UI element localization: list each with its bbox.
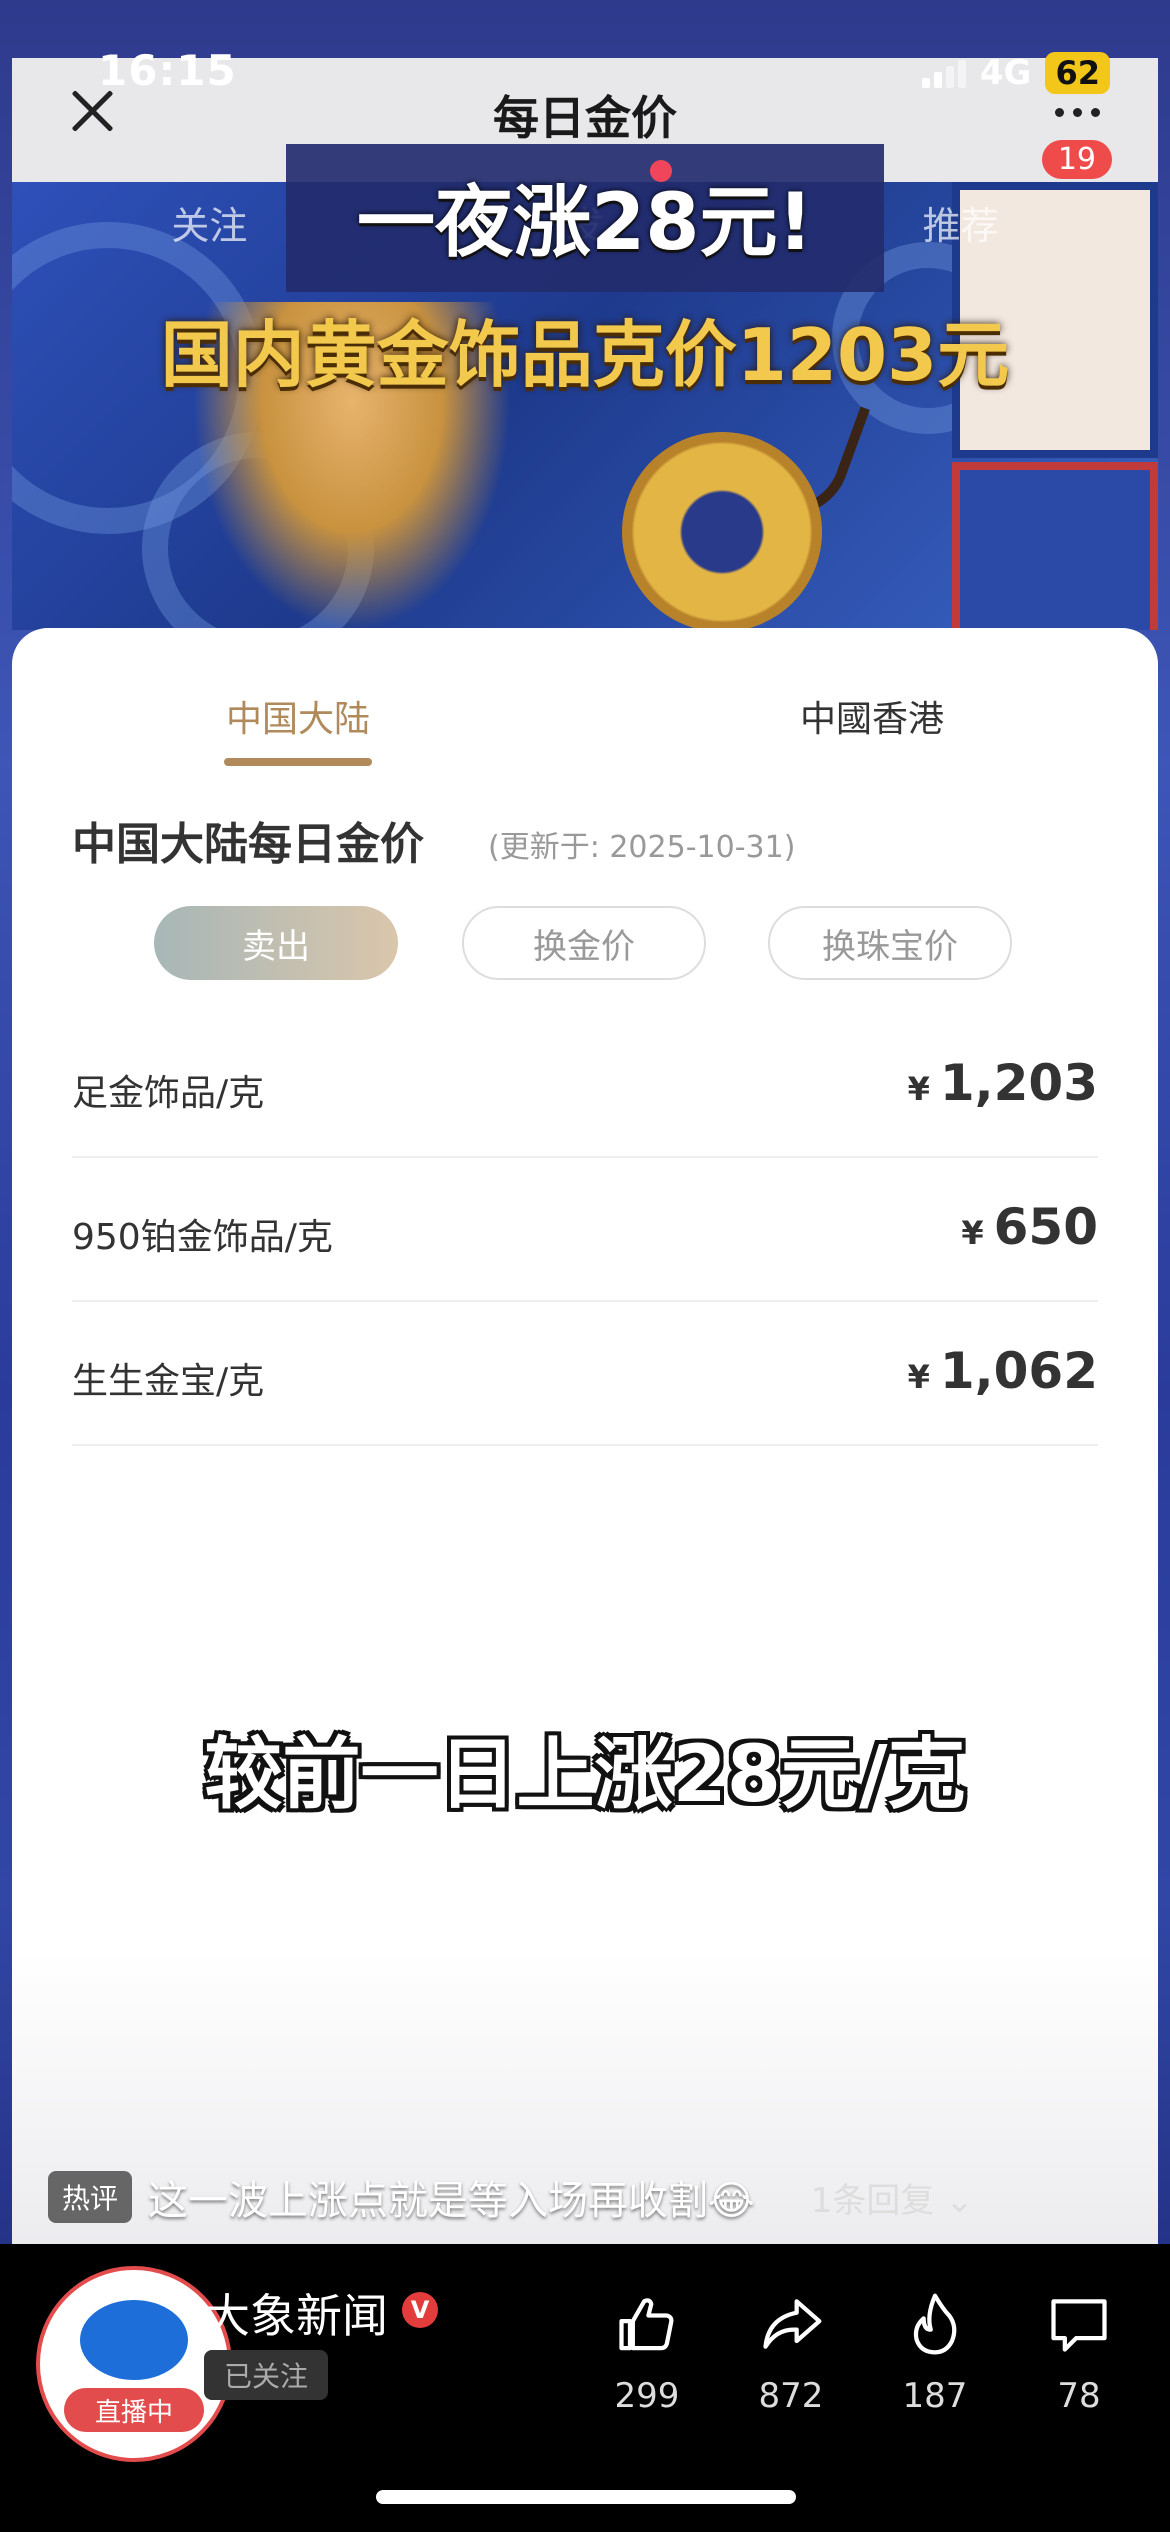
thumbs-up-icon — [619, 2298, 674, 2351]
follow-button[interactable]: 已关注 — [204, 2350, 328, 2400]
account-name[interactable]: 大象新闻 — [204, 2280, 388, 2346]
comment-text: 这一波上涨点就是等入场再收割😂 — [148, 2178, 755, 2224]
price-amount: 1,062 — [939, 1342, 1098, 1400]
currency-symbol: ¥ — [961, 1214, 984, 1252]
hot-button[interactable]: 187 — [890, 2290, 980, 2416]
more-icon[interactable] — [1055, 108, 1100, 117]
pill-exchange-jewelry[interactable]: 换珠宝价 — [768, 906, 1012, 980]
price-value: ¥650 — [961, 1198, 1098, 1256]
price-row: 足金饰品/克 ¥1,203 — [72, 1012, 1098, 1158]
price-amount: 1,203 — [939, 1054, 1098, 1112]
faded-nav-item: 关注 — [171, 203, 248, 248]
section-title: 中国大陆每日金价 — [72, 819, 424, 870]
currency-symbol: ¥ — [907, 1070, 930, 1108]
reply-count-link[interactable]: 1条回复 ⌄ — [811, 2173, 974, 2222]
cloud-pattern-image — [952, 462, 1158, 630]
price-row: 生生金宝/克 ¥1,062 — [72, 1300, 1098, 1446]
price-label: 生生金宝/克 — [72, 1361, 265, 1402]
pill-exchange-gold[interactable]: 换金价 — [462, 906, 706, 980]
hot-comment[interactable]: 热评 这一波上涨点就是等入场再收割😂 1条回复 ⌄ — [48, 2168, 974, 2226]
like-count: 299 — [614, 2376, 680, 2416]
tab-hongkong[interactable]: 中國香港 — [800, 690, 944, 742]
pill-sell[interactable]: 卖出 — [154, 906, 398, 980]
page-title: 每日金价 — [493, 91, 677, 145]
currency-symbol: ¥ — [907, 1358, 930, 1396]
like-button[interactable]: 299 — [602, 2290, 692, 2416]
recording-dot-icon — [650, 160, 672, 182]
price-row: 950铂金饰品/克 ¥650 — [72, 1156, 1098, 1302]
flame-icon — [913, 2293, 957, 2355]
hot-count: 187 — [902, 2376, 968, 2416]
tab-active-indicator — [224, 758, 372, 766]
live-badge: 直播中 — [64, 2388, 204, 2432]
faded-nav-item: 推荐 — [922, 203, 999, 248]
price-value: ¥1,203 — [908, 1054, 1098, 1112]
updated-date: (更新于: 2025-10-31) — [488, 830, 796, 865]
paw-logo-icon — [80, 2300, 188, 2380]
comment-icon — [1051, 2299, 1107, 2352]
share-icon — [763, 2299, 822, 2349]
notification-badge: 19 — [1041, 140, 1112, 179]
gold-pendant-image — [622, 432, 822, 630]
price-amount: 650 — [993, 1198, 1098, 1256]
banner-headline: 一夜涨28元! — [356, 178, 814, 268]
price-label: 950铂金饰品/克 — [72, 1217, 333, 1258]
share-button[interactable]: 872 — [746, 2290, 836, 2416]
share-count: 872 — [758, 2376, 824, 2416]
comment-count: 78 — [1057, 2376, 1101, 2416]
video-caption: 较前一日上涨28元/克 — [204, 1730, 966, 1820]
tab-mainland[interactable]: 中国大陆 — [226, 690, 370, 742]
banner-subheadline: 国内黄金饰品克价1203元 — [160, 313, 1010, 397]
home-indicator[interactable] — [376, 2490, 796, 2504]
comment-button[interactable]: 78 — [1034, 2290, 1124, 2416]
price-label: 足金饰品/克 — [72, 1073, 265, 1114]
verified-icon: V — [402, 2292, 438, 2328]
price-value: ¥1,062 — [908, 1342, 1098, 1400]
hot-comment-tag: 热评 — [48, 2171, 133, 2223]
avatar[interactable]: 大象新闻 — [36, 2266, 232, 2462]
